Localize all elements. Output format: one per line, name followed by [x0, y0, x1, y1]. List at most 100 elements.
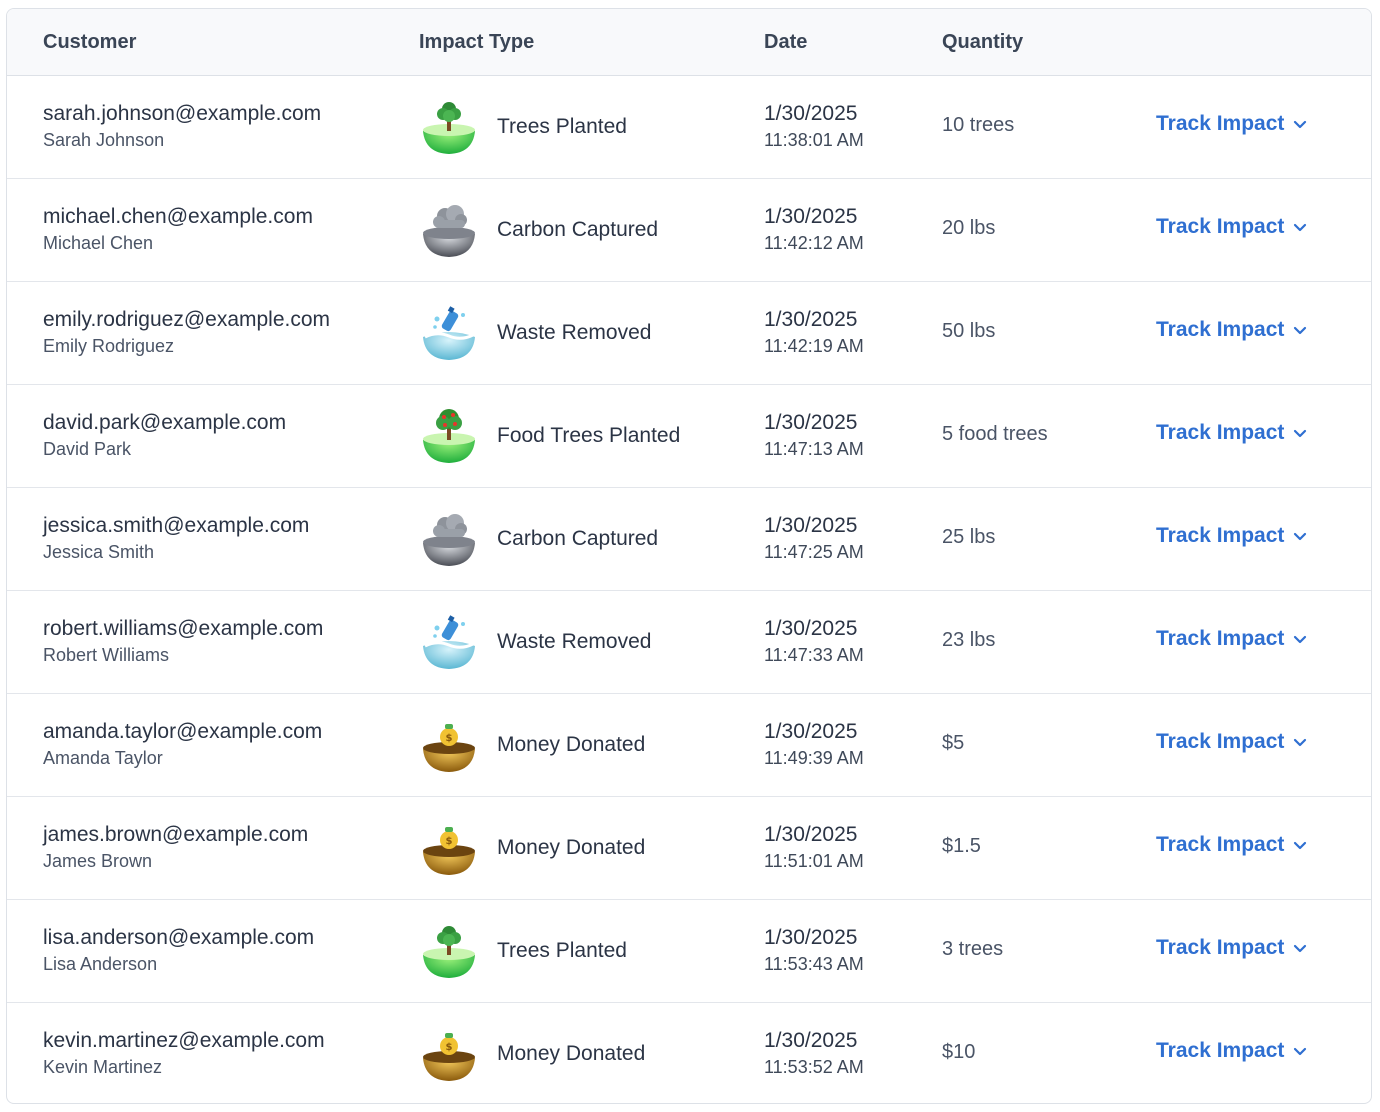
header-date[interactable]: Date — [764, 31, 807, 54]
track-impact-button[interactable]: Track Impact — [1156, 215, 1308, 239]
time-value: 11:51:01 AM — [764, 851, 864, 871]
quantity-value: 25 lbs — [942, 526, 996, 548]
date-value: 1/30/2025 — [764, 926, 858, 949]
table-row: kevin.martinez@example.com Kevin Martine… — [7, 1003, 1371, 1103]
svg-text:$: $ — [446, 836, 453, 847]
table-row: lisa.anderson@example.com Lisa Anderson … — [7, 900, 1371, 1003]
date-value: 1/30/2025 — [764, 102, 858, 125]
time-value: 11:38:01 AM — [764, 130, 864, 150]
date-value: 1/30/2025 — [764, 720, 858, 743]
date-cell: 1/30/2025 11:47:25 AM — [764, 513, 864, 565]
impact-type-label: Trees Planted — [497, 115, 627, 138]
track-impact-button[interactable]: Track Impact — [1156, 318, 1308, 342]
date-cell: 1/30/2025 11:53:43 AM — [764, 925, 864, 977]
customer-name: Lisa Anderson — [43, 954, 158, 974]
table-body: sarah.johnson@example.com Sarah Johnson … — [7, 76, 1371, 1103]
cloud-icon — [419, 200, 479, 260]
track-impact-label: Track Impact — [1156, 421, 1285, 444]
date-cell: 1/30/2025 11:38:01 AM — [764, 101, 864, 153]
table-row: sarah.johnson@example.com Sarah Johnson … — [7, 76, 1371, 179]
date-cell: 1/30/2025 11:42:12 AM — [764, 204, 864, 256]
chevron-down-icon — [1294, 120, 1307, 129]
header-impact-type[interactable]: Impact Type — [419, 31, 534, 54]
header-quantity[interactable]: Quantity — [942, 31, 1023, 54]
customer-name: Jessica Smith — [43, 542, 155, 562]
track-impact-label: Track Impact — [1156, 215, 1285, 238]
impact-type-label: Trees Planted — [497, 939, 627, 962]
customer-cell: emily.rodriguez@example.com Emily Rodrig… — [43, 307, 330, 359]
customer-cell: sarah.johnson@example.com Sarah Johnson — [43, 101, 321, 153]
impact-table: Customer Impact Type Date Quantity sarah… — [6, 8, 1372, 1104]
chevron-down-icon — [1294, 1047, 1307, 1056]
tree-icon — [419, 97, 479, 157]
customer-cell: david.park@example.com David Park — [43, 410, 286, 462]
table-row: amanda.taylor@example.com Amanda Taylor … — [7, 694, 1371, 797]
chevron-down-icon — [1294, 841, 1307, 850]
customer-email: jessica.smith@example.com — [43, 514, 310, 537]
chevron-down-icon — [1294, 326, 1307, 335]
track-impact-label: Track Impact — [1156, 318, 1285, 341]
date-cell: 1/30/2025 11:47:13 AM — [764, 410, 864, 462]
chevron-down-icon — [1294, 635, 1307, 644]
chevron-down-icon — [1294, 223, 1307, 232]
customer-name: Amanda Taylor — [43, 748, 163, 768]
quantity-value: 10 trees — [942, 114, 1015, 136]
impact-type-cell: $ Money Donated — [419, 818, 645, 878]
table-row: david.park@example.com David Park Food T… — [7, 385, 1371, 488]
track-impact-button[interactable]: Track Impact — [1156, 627, 1308, 651]
quantity-value: $5 — [942, 732, 965, 754]
quantity-value: 50 lbs — [942, 320, 996, 342]
water-bottle-icon — [419, 303, 479, 363]
svg-text:$: $ — [446, 733, 453, 744]
customer-name: Sarah Johnson — [43, 130, 165, 150]
customer-name: Robert Williams — [43, 645, 170, 665]
quantity-value: $1.5 — [942, 835, 981, 857]
impact-type-label: Money Donated — [497, 733, 646, 756]
impact-type-cell: Waste Removed — [419, 612, 651, 672]
track-impact-button[interactable]: Track Impact — [1156, 112, 1308, 136]
customer-name: Emily Rodriguez — [43, 336, 175, 356]
impact-type-label: Money Donated — [497, 1042, 646, 1065]
customer-cell: robert.williams@example.com Robert Willi… — [43, 616, 323, 668]
customer-email: michael.chen@example.com — [43, 205, 313, 228]
time-value: 11:47:13 AM — [764, 439, 864, 459]
customer-cell: kevin.martinez@example.com Kevin Martine… — [43, 1028, 325, 1080]
track-impact-label: Track Impact — [1156, 627, 1285, 650]
customer-email: kevin.martinez@example.com — [43, 1029, 325, 1052]
date-cell: 1/30/2025 11:53:52 AM — [764, 1028, 864, 1080]
cloud-icon — [419, 509, 479, 569]
track-impact-button[interactable]: Track Impact — [1156, 421, 1308, 445]
track-impact-button[interactable]: Track Impact — [1156, 833, 1308, 857]
customer-name: James Brown — [43, 851, 153, 871]
time-value: 11:42:19 AM — [764, 336, 864, 356]
table-row: michael.chen@example.com Michael Chen Ca… — [7, 179, 1371, 282]
time-value: 11:53:43 AM — [764, 954, 864, 974]
impact-type-label: Carbon Captured — [497, 527, 659, 550]
time-value: 11:42:12 AM — [764, 233, 864, 253]
customer-email: david.park@example.com — [43, 411, 287, 434]
customer-email: emily.rodriguez@example.com — [43, 308, 331, 331]
track-impact-button[interactable]: Track Impact — [1156, 1039, 1308, 1063]
impact-type-label: Money Donated — [497, 836, 646, 859]
impact-type-cell: Waste Removed — [419, 303, 651, 363]
track-impact-label: Track Impact — [1156, 833, 1285, 856]
fruit-tree-icon — [419, 406, 479, 466]
impact-type-label: Waste Removed — [497, 321, 652, 344]
track-impact-button[interactable]: Track Impact — [1156, 730, 1308, 754]
impact-type-label: Food Trees Planted — [497, 424, 681, 447]
table-row: jessica.smith@example.com Jessica Smith … — [7, 488, 1371, 591]
header-customer[interactable]: Customer — [43, 31, 136, 54]
customer-email: robert.williams@example.com — [43, 617, 324, 640]
date-cell: 1/30/2025 11:51:01 AM — [764, 822, 864, 874]
chevron-down-icon — [1294, 429, 1307, 438]
table-header: Customer Impact Type Date Quantity — [7, 9, 1371, 76]
track-impact-button[interactable]: Track Impact — [1156, 936, 1308, 960]
date-value: 1/30/2025 — [764, 617, 858, 640]
quantity-value: 23 lbs — [942, 629, 996, 651]
date-value: 1/30/2025 — [764, 1029, 858, 1052]
customer-cell: james.brown@example.com James Brown — [43, 822, 308, 874]
time-value: 11:47:33 AM — [764, 645, 864, 665]
customer-email: james.brown@example.com — [43, 823, 309, 846]
track-impact-button[interactable]: Track Impact — [1156, 524, 1308, 548]
quantity-value: 5 food trees — [942, 423, 1048, 445]
